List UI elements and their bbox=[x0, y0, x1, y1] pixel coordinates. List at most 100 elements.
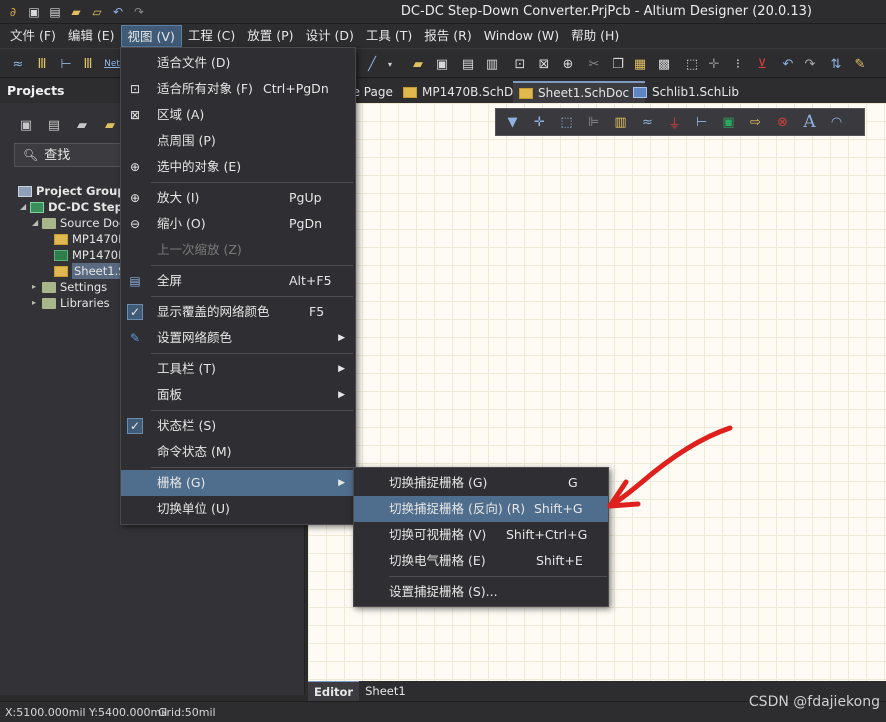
tree-item-pcb-doc[interactable]: MP1470B. bbox=[54, 247, 130, 263]
save-icon[interactable]: ▣ bbox=[25, 3, 43, 21]
menu-item-fit-document[interactable]: 适合文件 (D) bbox=[121, 50, 355, 76]
harness-icon[interactable]: Ⅲ bbox=[78, 54, 98, 74]
line-icon[interactable]: ╱ bbox=[362, 54, 382, 74]
menu-item-toggle-units[interactable]: 切换单位 (U) bbox=[121, 496, 355, 522]
tree-item-settings[interactable]: ▸ Settings bbox=[32, 279, 107, 295]
move-icon[interactable]: ✛ bbox=[704, 54, 724, 74]
open-project-icon[interactable]: ▱ bbox=[88, 3, 106, 21]
collapse-arrow-icon[interactable]: ▸ bbox=[32, 295, 42, 311]
filter-icon[interactable]: ▼ bbox=[502, 112, 523, 133]
hierarchy-icon[interactable]: ⇅ bbox=[826, 54, 846, 74]
cut-icon[interactable]: ✂ bbox=[584, 54, 604, 74]
tab-sheet1-schdoc[interactable]: Sheet1.SchDoc * bbox=[513, 81, 645, 103]
rubber-stamp-icon[interactable]: ▩ bbox=[654, 54, 674, 74]
zoom-fit-icon[interactable]: ⊡ bbox=[510, 54, 530, 74]
tab-schlib1-schlib[interactable]: Schlib1.SchLib bbox=[627, 81, 745, 103]
save-icon[interactable]: ▣ bbox=[16, 115, 36, 135]
ground-icon[interactable]: ⏚ bbox=[664, 112, 685, 133]
bus-icon[interactable]: Ⅲ bbox=[32, 54, 52, 74]
save-icon[interactable]: ▣ bbox=[432, 54, 452, 74]
deselect-icon[interactable]: ⁝ bbox=[728, 54, 748, 74]
sheet-symbol-icon[interactable]: ▣ bbox=[718, 112, 739, 133]
tree-item-schematic-doc[interactable]: MP1470B. bbox=[54, 231, 130, 247]
zoom-in-icon: ⊕ bbox=[129, 191, 141, 205]
no-erc-icon[interactable]: ⊗ bbox=[772, 112, 793, 133]
menu-item-toolbars[interactable]: 工具栏 (T) ▶ bbox=[121, 356, 355, 382]
undo-icon[interactable]: ↶ bbox=[109, 3, 127, 21]
move-icon[interactable]: ✛ bbox=[529, 112, 550, 133]
align-icon[interactable]: ⊫ bbox=[583, 112, 604, 133]
open-folder-icon[interactable]: ▰ bbox=[67, 3, 85, 21]
text-icon[interactable]: A bbox=[799, 112, 820, 133]
project-options-icon[interactable]: ▰ bbox=[72, 115, 92, 135]
clear-filter-icon[interactable]: ⊻ bbox=[752, 54, 772, 74]
print-preview-icon[interactable]: ▥ bbox=[482, 54, 502, 74]
redo-icon[interactable]: ↷ bbox=[800, 54, 820, 74]
menu-item-previous-zoom[interactable]: 上一次缩放 (Z) bbox=[121, 237, 355, 263]
submenu-arrow-icon: ▶ bbox=[338, 478, 345, 488]
menu-item-toggle-snap-grid-reverse[interactable]: 切换捕捉栅格 (反向) (R) Shift+G bbox=[354, 496, 608, 522]
submenu-arrow-icon: ▶ bbox=[338, 333, 345, 343]
menu-design[interactable]: 设计 (D) bbox=[300, 25, 360, 47]
menu-item-toggle-visible-grid[interactable]: 切换可视栅格 (V) Shift+Ctrl+G bbox=[354, 522, 608, 548]
net-label-icon[interactable]: ⊢ bbox=[691, 112, 712, 133]
select-area-icon[interactable]: ⬚ bbox=[556, 112, 577, 133]
menu-item-around-point[interactable]: 点周围 (P) bbox=[121, 128, 355, 154]
wire-icon[interactable]: ≈ bbox=[637, 112, 658, 133]
menu-view[interactable]: 视图 (V) bbox=[120, 25, 182, 47]
collapse-arrow-icon[interactable]: ▸ bbox=[32, 279, 42, 295]
menu-item-set-net-color[interactable]: ✎ 设置网络颜色 ▶ bbox=[121, 325, 355, 351]
menu-item-show-net-color-override[interactable]: ✓ 显示覆盖的网络颜色 F5 bbox=[121, 299, 355, 325]
menu-window[interactable]: Window (W) bbox=[478, 25, 565, 47]
copy-icon[interactable]: ❐ bbox=[608, 54, 628, 74]
tree-item-libraries[interactable]: ▸ Libraries bbox=[32, 295, 110, 311]
menu-place[interactable]: 放置 (P) bbox=[241, 25, 299, 47]
grid-size: Grid:50mil bbox=[158, 706, 216, 719]
menu-item-panels[interactable]: 面板 ▶ bbox=[121, 382, 355, 408]
signal-harness-icon[interactable]: ⊢ bbox=[56, 54, 76, 74]
chevron-down-icon[interactable]: ▾ bbox=[380, 54, 400, 74]
undo-icon[interactable]: ↶ bbox=[778, 54, 798, 74]
redo-icon[interactable]: ↷ bbox=[130, 3, 148, 21]
tree-item-source-documents[interactable]: ◢ Source Docu bbox=[32, 215, 133, 231]
menu-reports[interactable]: 报告 (R) bbox=[418, 25, 477, 47]
menu-file[interactable]: 文件 (F) bbox=[4, 25, 62, 47]
expand-arrow-icon[interactable]: ◢ bbox=[20, 199, 30, 215]
menu-item-zoom-out[interactable]: ⊖ 缩小 (O) PgDn bbox=[121, 211, 355, 237]
print-icon[interactable]: ▤ bbox=[458, 54, 478, 74]
open-icon[interactable]: ▰ bbox=[408, 54, 428, 74]
folder-icon bbox=[42, 297, 56, 309]
tab-sheet1[interactable]: Sheet1 bbox=[359, 681, 412, 701]
select-area-icon[interactable]: ⬚ bbox=[682, 54, 702, 74]
folder-settings-icon[interactable]: ▰ bbox=[100, 115, 120, 135]
menu-item-selected-objects[interactable]: ⊕ 选中的对象 (E) bbox=[121, 154, 355, 180]
menu-item-area[interactable]: ⊠ 区域 (A) bbox=[121, 102, 355, 128]
zoom-selected-icon[interactable]: ⊕ bbox=[558, 54, 578, 74]
save-all-icon[interactable]: ▤ bbox=[44, 115, 64, 135]
menu-item-set-snap-grid[interactable]: 设置捕捉栅格 (S)... bbox=[354, 579, 608, 605]
port-icon[interactable]: ⇨ bbox=[745, 112, 766, 133]
menu-edit[interactable]: 编辑 (E) bbox=[62, 25, 121, 47]
zoom-area-icon[interactable]: ⊠ bbox=[534, 54, 554, 74]
net-label-button[interactable]: Net bbox=[102, 54, 122, 74]
menu-item-status-bar[interactable]: ✓ 状态栏 (S) bbox=[121, 413, 355, 439]
menu-help[interactable]: 帮助 (H) bbox=[565, 25, 625, 47]
save-all-icon[interactable]: ▤ bbox=[46, 3, 64, 21]
compile-icon[interactable]: ✎ bbox=[850, 54, 870, 74]
menu-tools[interactable]: 工具 (T) bbox=[360, 25, 418, 47]
menu-item-command-status[interactable]: 命令状态 (M) bbox=[121, 439, 355, 465]
tab-editor[interactable]: Editor bbox=[308, 681, 360, 701]
wire-icon[interactable]: ≈ bbox=[8, 54, 28, 74]
expand-arrow-icon[interactable]: ◢ bbox=[32, 215, 42, 231]
arc-icon[interactable]: ◠ bbox=[826, 112, 847, 133]
menu-item-toggle-snap-grid[interactable]: 切换捕捉栅格 (G) G bbox=[354, 470, 608, 496]
menu-item-fit-all-objects[interactable]: ⊡ 适合所有对象 (F) Ctrl+PgDn bbox=[121, 76, 355, 102]
schematic-library-icon bbox=[633, 86, 647, 98]
menu-item-toggle-electrical-grid[interactable]: 切换电气栅格 (E) Shift+E bbox=[354, 548, 608, 574]
paste-icon[interactable]: ▦ bbox=[630, 54, 650, 74]
component-icon[interactable]: ▥ bbox=[610, 112, 631, 133]
menu-item-zoom-in[interactable]: ⊕ 放大 (I) PgUp bbox=[121, 185, 355, 211]
menu-item-grids[interactable]: 栅格 (G) ▶ bbox=[121, 470, 355, 496]
menu-item-full-screen[interactable]: ▤ 全屏 Alt+F5 bbox=[121, 268, 355, 294]
menu-project[interactable]: 工程 (C) bbox=[182, 25, 241, 47]
